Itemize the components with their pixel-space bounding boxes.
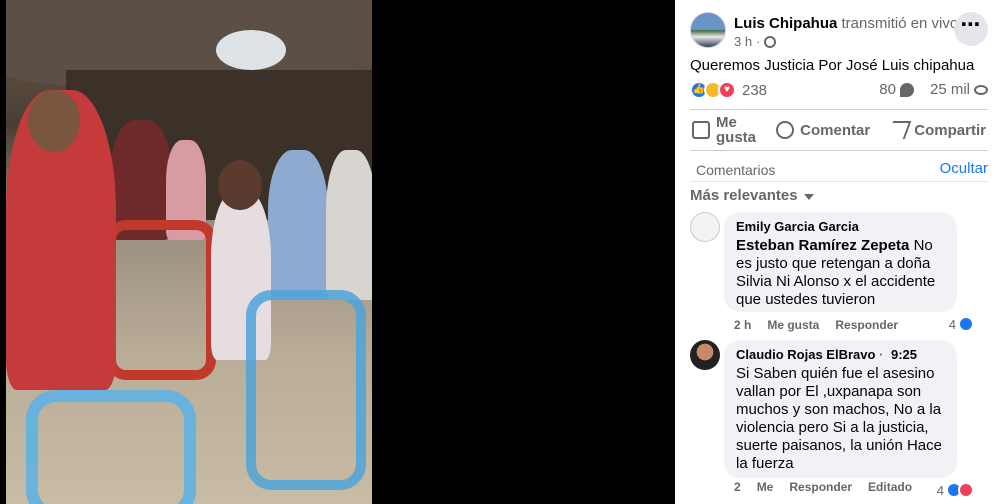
video-player[interactable]: [0, 0, 675, 504]
comment-reply-link[interactable]: Responder: [835, 318, 898, 332]
video-person: [268, 150, 328, 300]
comment-reply-link[interactable]: Responder: [789, 480, 852, 494]
share-label: Compartir: [914, 121, 986, 139]
comment-count-stat[interactable]: 80: [879, 81, 914, 98]
comment-time[interactable]: 2 h: [734, 318, 751, 332]
author-avatar[interactable]: [690, 12, 726, 48]
comment-sort-label: Más relevantes: [690, 187, 798, 204]
comment-mention[interactable]: Esteban Ramírez Zepeta: [736, 237, 909, 254]
video-scene-sky: [216, 30, 286, 70]
post-text: Queremos Justicia Por José Luis chipahua: [690, 57, 975, 74]
comment-reactions[interactable]: 4: [937, 482, 974, 498]
commenter-name[interactable]: Claudio Rojas ElBravo: [736, 347, 875, 362]
like-label: Me gusta: [716, 114, 757, 146]
comment-button[interactable]: Comentar: [774, 121, 872, 139]
post-side-panel: Luis Chipahua transmitió en vivo. 3 h · …: [675, 0, 1000, 504]
post-header: Luis Chipahua transmitió en vivo. 3 h · …: [690, 12, 988, 52]
globe-icon: [764, 35, 777, 48]
comment-count: 80: [879, 81, 896, 98]
comment-author-line: Claudio Rojas ElBravo · 9:25: [736, 347, 918, 362]
post-meta: 3 h ·: [734, 34, 777, 49]
comment-reaction-count: 4: [936, 482, 944, 498]
comment-bubble: Emily Garcia Garcia Esteban Ramírez Zepe…: [724, 212, 957, 312]
caret-down-icon: [803, 193, 814, 200]
share-button[interactable]: Compartir: [887, 121, 988, 139]
post-author-line: Luis Chipahua transmitió en vivo.: [734, 15, 962, 32]
comment-bubble: Claudio Rojas ElBravo · 9:25 Si Saben qu…: [724, 340, 957, 478]
video-person: [326, 150, 372, 300]
comment-reaction-count: 4: [948, 316, 956, 332]
comment-text: Si Saben quién fue el asesino vallan por…: [736, 365, 942, 472]
comment-footer: 2 Me Responder Editado: [734, 480, 912, 494]
love-reaction-icon: ♥: [718, 81, 736, 99]
video-person-head: [218, 160, 262, 210]
video-chair: [106, 220, 216, 380]
reactions-summary[interactable]: 👍 ♥ 238: [690, 81, 767, 99]
post-actions-bar: Me gusta Comentar Compartir: [690, 109, 988, 151]
comment-timestamp: 9:25: [891, 347, 918, 362]
comment-text: Esteban Ramírez Zepeta No es justo que r…: [736, 237, 945, 309]
comment-time[interactable]: 2: [734, 480, 741, 494]
reaction-count: 238: [742, 81, 768, 99]
comment-like-link[interactable]: Me gusta: [767, 318, 819, 332]
comment-bubble-icon: [899, 82, 914, 97]
post-time[interactable]: 3 h: [734, 34, 752, 49]
love-reaction-icon: [958, 482, 974, 498]
like-button[interactable]: Me gusta: [690, 115, 758, 145]
view-count: 25 mil: [929, 81, 970, 98]
video-person-head: [28, 90, 80, 152]
comment-icon: [776, 121, 795, 139]
commenter-name[interactable]: Emily Garcia Garcia: [736, 219, 945, 235]
share-arrow-icon: [887, 121, 912, 139]
video-chair: [26, 390, 196, 504]
comment-item: Emily Garcia Garcia Esteban Ramírez Zepe…: [690, 212, 988, 332]
eye-icon: [974, 84, 988, 95]
comment-reactions[interactable]: 4: [949, 316, 974, 332]
thumbs-up-icon: [692, 121, 710, 139]
commenter-avatar[interactable]: [690, 340, 720, 370]
post-stats: 👍 ♥ 238 80 25 mil: [690, 81, 988, 103]
engagement-stats: 80 25 mil: [879, 81, 988, 98]
comment-item: Claudio Rojas ElBravo · 9:25 Si Saben qu…: [690, 340, 988, 504]
comment-label: Comentar: [800, 121, 871, 139]
video-chair: [246, 290, 366, 490]
comment-sort-dropdown[interactable]: Más relevantes: [690, 187, 814, 204]
comment-footer: 2 h Me gusta Responder: [734, 318, 898, 332]
post-action-text: transmitió en vivo.: [841, 15, 963, 32]
author-name-link[interactable]: Luis Chipahua: [734, 15, 837, 32]
comments-header: Comentarios Ocultar: [690, 160, 988, 182]
commenter-avatar[interactable]: [690, 212, 720, 242]
live-video-frame[interactable]: [6, 0, 372, 504]
more-options-button[interactable]: ⋯: [954, 12, 988, 46]
view-count-stat: 25 mil: [930, 81, 988, 98]
comment-like-link[interactable]: Me: [757, 480, 774, 494]
hide-comments-link[interactable]: Ocultar: [940, 160, 988, 177]
like-reaction-icon: [958, 316, 974, 332]
comments-title: Comentarios: [696, 162, 776, 178]
comment-edited-label: Editado: [868, 480, 913, 494]
